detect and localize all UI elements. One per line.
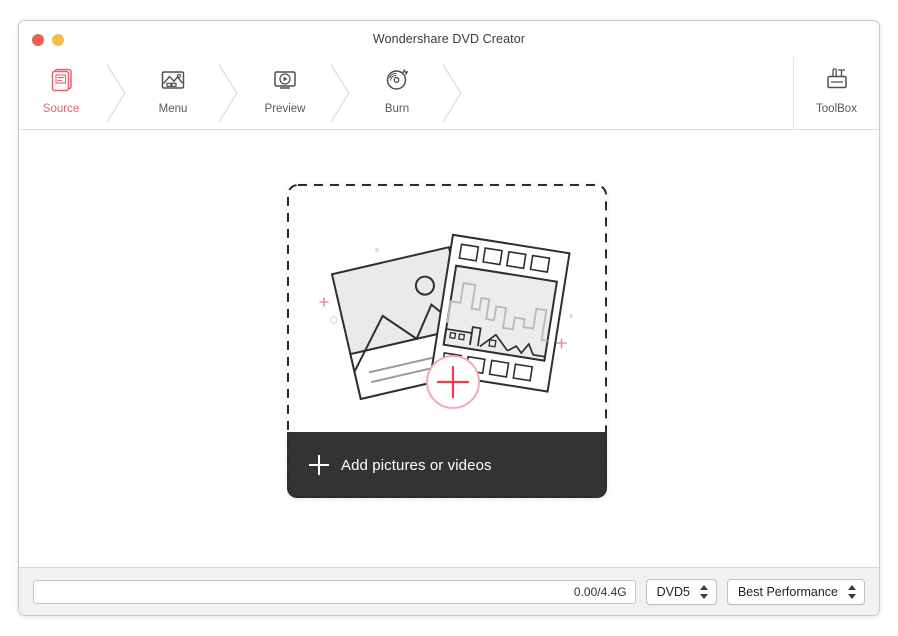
step-separator: [327, 57, 355, 130]
tab-burn-label: Burn: [384, 103, 410, 115]
disc-flame-icon: [382, 63, 412, 97]
tab-burn[interactable]: Burn: [355, 57, 439, 130]
quality-select[interactable]: Best Performance: [726, 578, 865, 605]
document-stack-icon: [46, 63, 76, 97]
disc-capacity-progress: 0.00/4.4G: [33, 579, 636, 604]
add-pictures-or-videos-button[interactable]: Add pictures or videos: [287, 432, 607, 498]
status-bar: 0.00/4.4G DVD5 Best Performance: [19, 567, 879, 615]
disc-type-value: DVD5: [656, 584, 690, 599]
plus-circle-icon: [426, 355, 480, 409]
minimize-button[interactable]: [52, 34, 64, 46]
toolbox-label: ToolBox: [816, 103, 857, 115]
quality-value: Best Performance: [737, 584, 838, 599]
step-list: Source Menu Preview Burn: [19, 57, 467, 130]
toolbox-button[interactable]: ToolBox: [793, 57, 879, 130]
tab-menu-label: Menu: [158, 103, 188, 115]
disc-capacity-text: 0.00/4.4G: [573, 584, 627, 599]
title-bar: Wondershare DVD Creator: [19, 21, 879, 57]
chevron-updown-icon: [848, 584, 857, 600]
step-separator: [439, 57, 467, 130]
step-separator: [215, 57, 243, 130]
step-toolbar: Source Menu Preview Burn ToolBox: [19, 57, 879, 130]
close-button[interactable]: [32, 34, 44, 46]
tab-preview[interactable]: Preview: [243, 57, 327, 130]
tab-preview-label: Preview: [264, 103, 306, 115]
window-controls: [32, 34, 64, 46]
tab-source[interactable]: Source: [19, 57, 103, 130]
tab-source-label: Source: [42, 103, 80, 115]
plus-icon: [309, 455, 329, 475]
app-window: Wondershare DVD Creator Source Menu Prev…: [18, 20, 880, 616]
tab-menu[interactable]: Menu: [131, 57, 215, 130]
disc-type-select[interactable]: DVD5: [645, 578, 717, 605]
add-button-label: Add pictures or videos: [341, 456, 492, 474]
photo-and-filmstrip-illustration: [287, 184, 607, 432]
picture-frame-icon: [158, 63, 188, 97]
step-separator: [103, 57, 131, 130]
monitor-play-icon: [270, 63, 300, 97]
chevron-updown-icon: [699, 584, 709, 600]
window-title: Wondershare DVD Creator: [372, 32, 526, 46]
drop-zone-card[interactable]: Add pictures or videos: [287, 184, 607, 498]
toolbox-icon: [822, 63, 852, 97]
main-canvas: Add pictures or videos: [19, 130, 879, 567]
